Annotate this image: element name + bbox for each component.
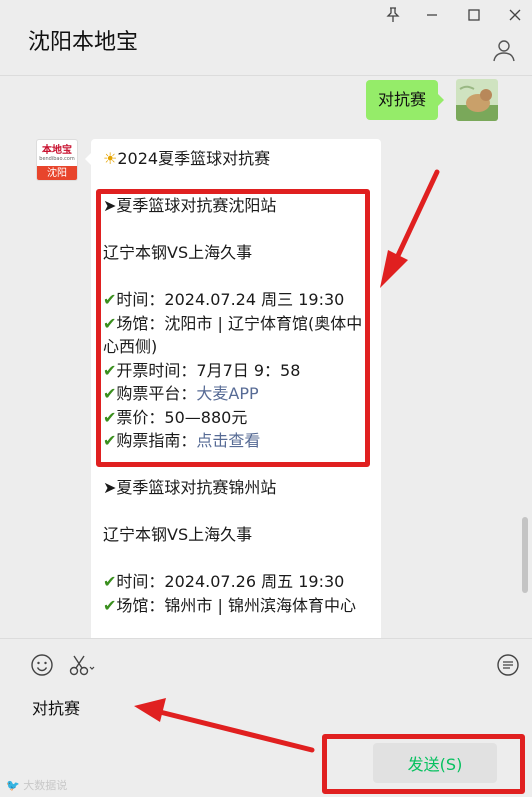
pin-icon[interactable] (378, 4, 408, 26)
check-icon: ✔ (103, 313, 117, 333)
send-button[interactable]: 发送(S) (373, 743, 497, 783)
minimize-icon[interactable] (417, 4, 447, 26)
bot-message-bubble[interactable]: ☀2024夏季篮球对抗赛 ➤夏季篮球对抗赛沈阳站 辽宁本钢VS上海久事 ✔时间：… (85, 139, 381, 638)
chat-area[interactable]: 对抗赛 本地宝 bendibao.com 沈阳 ☀2024夏季篮球对抗赛 ➤夏季… (0, 77, 532, 638)
my-message-bubble[interactable]: 对抗赛 (366, 80, 445, 120)
check-icon: ✔ (103, 407, 117, 427)
bot-avatar[interactable]: 本地宝 bendibao.com 沈阳 (36, 139, 78, 181)
check-icon: ✔ (103, 384, 117, 403)
check-icon: ✔ (103, 360, 117, 380)
profile-icon[interactable] (492, 38, 516, 62)
section-title: ➤夏季篮球对抗赛锦州站 (103, 478, 277, 497)
title-bar: 沈阳本地宝 (0, 0, 532, 76)
match-venue: ✔场馆：锦州市 | 锦州滨海体育中心 (103, 595, 356, 615)
ticket-price: ✔票价：50—880元 (103, 407, 248, 427)
section-title: ➤夏季篮球对抗赛沈阳站 (103, 196, 277, 215)
check-icon: ✔ (103, 431, 117, 450)
message-input[interactable]: 对抗赛 (32, 695, 80, 719)
ticket-platform: ✔购票平台：大麦APP (103, 384, 259, 403)
watermark: 🐦 大数据说 (6, 779, 68, 792)
guide-link[interactable]: 点击查看 (196, 431, 260, 450)
chat-scrollbar[interactable] (522, 517, 528, 593)
my-avatar[interactable] (456, 79, 498, 121)
match-teams: 辽宁本钢VS上海久事 (103, 525, 253, 544)
close-icon[interactable] (500, 4, 530, 26)
platform-link[interactable]: 大麦APP (196, 384, 258, 403)
ticket-guide: ✔购票指南：点击查看 (103, 431, 261, 450)
avatar-logo-text: 本地宝 (42, 144, 72, 156)
chat-history-icon[interactable] (496, 653, 520, 677)
sun-icon: ☀ (103, 149, 118, 168)
avatar-city: 沈阳 (37, 166, 77, 180)
ticket-sale-time: ✔开票时间：7月7日 9：58 (103, 360, 301, 380)
screenshot-icon[interactable] (68, 653, 98, 677)
match-venue: ✔场馆：沈阳市 | 辽宁体育馆(奥体中心西侧) (103, 313, 363, 357)
maximize-icon[interactable] (459, 4, 489, 26)
check-icon: ✔ (103, 572, 117, 591)
composer: 对抗赛 发送(S) 🐦 大数据说 (0, 638, 532, 797)
match-teams: 辽宁本钢VS上海久事 (103, 243, 253, 262)
avatar-logo-url: bendibao.com (39, 155, 75, 162)
check-icon: ✔ (103, 595, 117, 615)
chat-title: 沈阳本地宝 (28, 30, 139, 55)
match-time: ✔时间：2024.07.26 周五 19:30 (103, 572, 345, 591)
match-time: ✔时间：2024.07.24 周三 19:30 (103, 290, 345, 309)
check-icon: ✔ (103, 290, 117, 309)
message-header: ☀2024夏季篮球对抗赛 (103, 149, 271, 168)
emoji-icon[interactable] (30, 653, 54, 677)
